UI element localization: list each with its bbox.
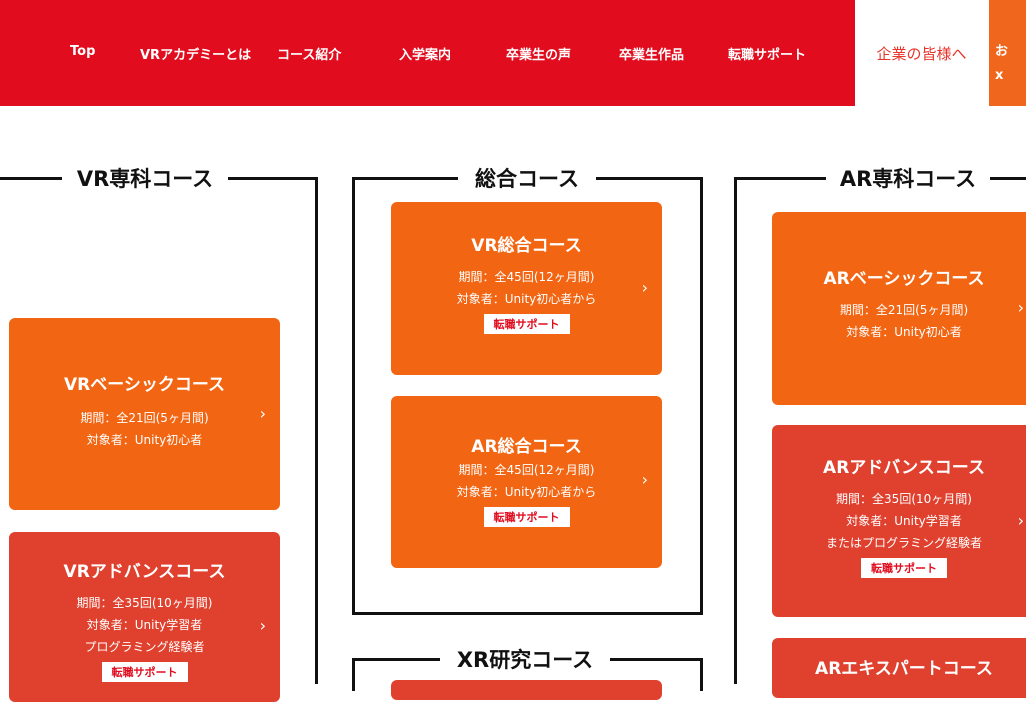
orange-tab-char-1: お [995, 44, 1009, 59]
card-target-extra: プログラミング経験者 [84, 640, 205, 654]
card-period: 期間：全45回(12ヶ月間) [458, 270, 595, 284]
card-target: 対象者：Unity初心者 [846, 325, 962, 339]
course-card-vr-advance[interactable]: VRアドバンスコース 期間：全35回(10ヶ月間) 対象者：Unity学習者 プ… [9, 532, 280, 702]
career-support-badge: 転職サポート [861, 558, 947, 578]
orange-tab-char-2: x [995, 68, 1004, 83]
card-period: 期間：全35回(10ヶ月間) [836, 492, 972, 506]
card-target: 対象者：Unity初心者 [86, 433, 203, 447]
card-period: 期間：全21回(5ヶ月間) [80, 411, 209, 425]
course-card-vr-general[interactable]: VR総合コース 期間：全45回(12ヶ月間) 対象者：Unity初心者から 転職… [391, 202, 662, 375]
chevron-right-icon: › [641, 470, 648, 489]
global-nav: Top VRアカデミーとは コース紹介 入学案内 卒業生の声 卒業生作品 転職サ… [0, 0, 855, 106]
orange-side-tab[interactable]: お x [989, 0, 1026, 106]
chevron-right-icon: › [1017, 511, 1024, 530]
chevron-right-icon: › [641, 278, 648, 297]
course-card-vr-basic[interactable]: VRベーシックコース 期間：全21回(5ヶ月間) 対象者：Unity初心者 › [9, 318, 280, 510]
course-card-xr-research[interactable] [391, 680, 662, 700]
course-card-ar-advance[interactable]: ARアドバンスコース 期間：全35回(10ヶ月間) 対象者：Unity学習者 ま… [772, 425, 1026, 617]
card-title: VR総合コース [471, 236, 582, 256]
card-target: 対象者：Unity学習者 [846, 514, 962, 528]
nav-item-admission[interactable]: 入学案内 [399, 44, 451, 63]
chevron-right-icon: › [1017, 298, 1024, 317]
course-card-ar-basic[interactable]: ARベーシックコース 期間：全21回(5ヶ月間) 対象者：Unity初心者 › [772, 212, 1026, 405]
nav-item-courses[interactable]: コース紹介 [277, 44, 341, 63]
chevron-right-icon: › [259, 404, 266, 423]
card-title: ARベーシックコース [823, 269, 985, 289]
card-period: 期間：全45回(12ヶ月間) [458, 463, 595, 477]
chevron-right-icon: › [259, 616, 266, 635]
course-card-ar-general[interactable]: AR総合コース 期間：全45回(12ヶ月間) 対象者：Unity初心者から 転職… [391, 396, 662, 568]
card-target: 対象者：Unity初心者から [456, 485, 597, 499]
course-card-ar-expert[interactable]: ARエキスパートコース [772, 638, 1026, 698]
group-title-general: 総合コース [458, 162, 596, 194]
nav-item-graduate-works[interactable]: 卒業生作品 [619, 44, 684, 63]
nav-item-graduate-voices[interactable]: 卒業生の声 [506, 44, 571, 63]
card-target: 対象者：Unity初心者から [456, 292, 597, 306]
group-title-vr-specialist: VR専科コース [62, 162, 228, 194]
career-support-badge: 転職サポート [483, 314, 570, 334]
group-title-ar-specialist: AR専科コース [826, 162, 990, 194]
nav-item-about[interactable]: VRアカデミーとは [140, 44, 251, 63]
corporate-button[interactable]: 企業の皆様へ [855, 0, 988, 106]
group-title-xr-research: XR研究コース [440, 643, 610, 675]
card-title: ARアドバンスコース [823, 458, 985, 478]
frame-vr-right-line [315, 177, 318, 684]
card-title: AR総合コース [471, 437, 582, 457]
card-period: 期間：全21回(5ヶ月間) [839, 303, 969, 317]
card-title: VRアドバンスコース [63, 562, 226, 582]
career-support-badge: 転職サポート [101, 662, 188, 682]
nav-item-career-support[interactable]: 転職サポート [728, 44, 806, 63]
career-support-badge: 転職サポート [483, 507, 570, 527]
card-target-extra: またはプログラミング経験者 [825, 536, 982, 550]
card-title: ARエキスパートコース [815, 659, 993, 679]
card-title: VRベーシックコース [63, 375, 226, 395]
card-period: 期間：全35回(10ヶ月間) [76, 596, 213, 610]
frame-ar-left-line [734, 177, 737, 684]
card-target: 対象者：Unity学習者 [86, 618, 203, 632]
nav-item-top[interactable]: Top [70, 44, 95, 59]
